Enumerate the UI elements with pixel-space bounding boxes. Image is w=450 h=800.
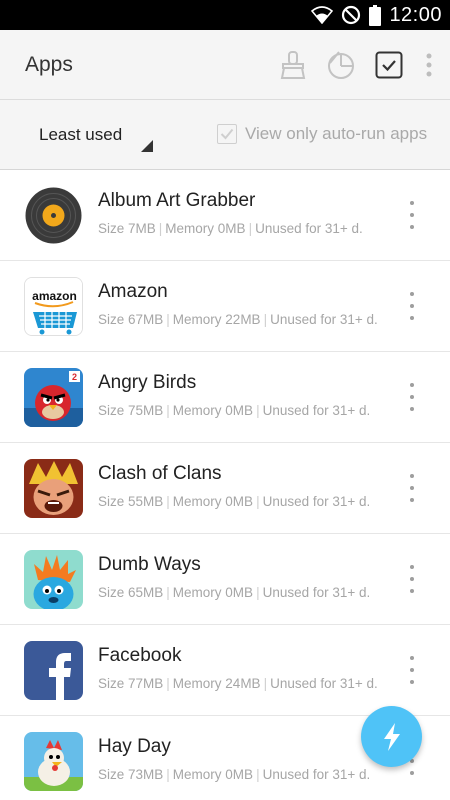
dropdown-arrow-icon[interactable] (141, 140, 153, 152)
list-item[interactable]: amazon Amazon Size 67MB | Memory 22MB | Unus… (0, 261, 450, 352)
app-name: Facebook (98, 645, 182, 666)
row-menu-icon[interactable] (406, 474, 418, 502)
svg-text:amazon: amazon (32, 289, 77, 303)
row-menu-icon[interactable] (406, 383, 418, 411)
dumb-ways-icon (24, 550, 83, 609)
app-size: Size 73MB (98, 767, 164, 782)
facebook-icon (24, 641, 83, 700)
list-item[interactable]: 2 Angry Birds Size 75MB | Memory 0MB | Unuse… (0, 352, 450, 443)
boost-button[interactable] (361, 706, 422, 767)
status-bar: 12:00 (0, 0, 450, 30)
hay-day-icon (24, 732, 83, 791)
app-memory: Memory 0MB (172, 494, 254, 509)
row-menu-icon[interactable] (406, 201, 418, 229)
checkbox-icon[interactable] (374, 50, 404, 80)
app-memory: Memory 24MB (172, 676, 261, 691)
clash-of-clans-icon (24, 459, 83, 518)
vinyl-record-icon (24, 186, 83, 245)
row-menu-icon[interactable] (406, 292, 418, 320)
pie-chart-icon[interactable] (326, 50, 356, 80)
filter-bar: Least used View only auto-run apps (0, 100, 450, 170)
app-name: Clash of Clans (98, 463, 222, 484)
app-bar: Apps (0, 30, 450, 100)
overflow-menu-icon[interactable] (422, 50, 436, 80)
app-memory: Memory 0MB (172, 585, 254, 600)
app-name: Amazon (98, 281, 168, 302)
app-size: Size 75MB (98, 403, 164, 418)
no-sim-icon (341, 5, 361, 25)
amazon-icon: amazon (24, 277, 83, 336)
row-menu-icon[interactable] (406, 565, 418, 593)
broom-icon[interactable] (278, 50, 308, 80)
app-meta: Size 55MB | Memory 0MB | Unused for 31+ d. (98, 494, 371, 509)
lightning-icon (383, 722, 400, 751)
app-memory: Memory 0MB (172, 403, 254, 418)
app-unused: Unused for 31+ d. (262, 494, 371, 509)
app-memory: Memory 0MB (165, 221, 246, 236)
battery-icon (369, 4, 382, 26)
app-name: Dumb Ways (98, 554, 201, 575)
app-meta: Size 73MB | Memory 0MB | Unused for 31+ d. (98, 767, 371, 782)
app-memory: Memory 22MB (172, 312, 261, 327)
app-meta: Size 65MB | Memory 0MB | Unused for 31+ d. (98, 585, 371, 600)
app-name: Hay Day (98, 736, 171, 757)
page-title: Apps (25, 52, 73, 76)
app-unused: Unused for 31+ d. (262, 585, 371, 600)
app-name: Album Art Grabber (98, 190, 256, 211)
autorun-checkbox[interactable] (217, 124, 237, 144)
app-meta: Size 7MB | Memory 0MB | Unused for 31+ d. (98, 221, 363, 236)
app-meta: Size 75MB | Memory 0MB | Unused for 31+ d. (98, 403, 371, 418)
wifi-icon (311, 6, 334, 24)
list-item[interactable]: Facebook Size 77MB | Memory 24MB | Unused fo… (0, 625, 450, 716)
svg-text:2: 2 (72, 372, 77, 382)
app-unused: Unused for 31+ d. (262, 403, 371, 418)
app-size: Size 55MB (98, 494, 164, 509)
app-size: Size 77MB (98, 676, 164, 691)
row-menu-icon[interactable] (406, 656, 418, 684)
app-bar-actions (278, 30, 436, 100)
autorun-filter[interactable]: View only auto-run apps (217, 124, 427, 144)
app-memory: Memory 0MB (172, 767, 254, 782)
app-unused: Unused for 31+ d. (270, 312, 378, 327)
list-item[interactable]: Album Art Grabber Size 7MB | Memory 0MB | Un… (0, 170, 450, 261)
status-time: 12:00 (389, 3, 442, 26)
app-meta: Size 77MB | Memory 24MB | Unused for 31+ d. (98, 676, 378, 691)
angry-birds-icon: 2 (24, 368, 83, 427)
app-size: Size 67MB (98, 312, 164, 327)
list-item[interactable]: Clash of Clans Size 55MB | Memory 0MB | Unus… (0, 443, 450, 534)
app-size: Size 65MB (98, 585, 164, 600)
app-meta: Size 67MB | Memory 22MB | Unused for 31+ d. (98, 312, 378, 327)
app-name: Angry Birds (98, 372, 197, 393)
app-unused: Unused for 31+ d. (270, 676, 378, 691)
autorun-label: View only auto-run apps (245, 124, 428, 143)
sort-dropdown[interactable]: Least used (39, 125, 122, 145)
list-item[interactable]: Dumb Ways Size 65MB | Memory 0MB | Unused fo… (0, 534, 450, 625)
app-size: Size 7MB (98, 221, 156, 236)
app-list: Album Art Grabber Size 7MB | Memory 0MB | Un… (0, 170, 450, 800)
app-unused: Unused for 31+ d. (262, 767, 371, 782)
app-unused: Unused for 31+ d. (255, 221, 363, 236)
